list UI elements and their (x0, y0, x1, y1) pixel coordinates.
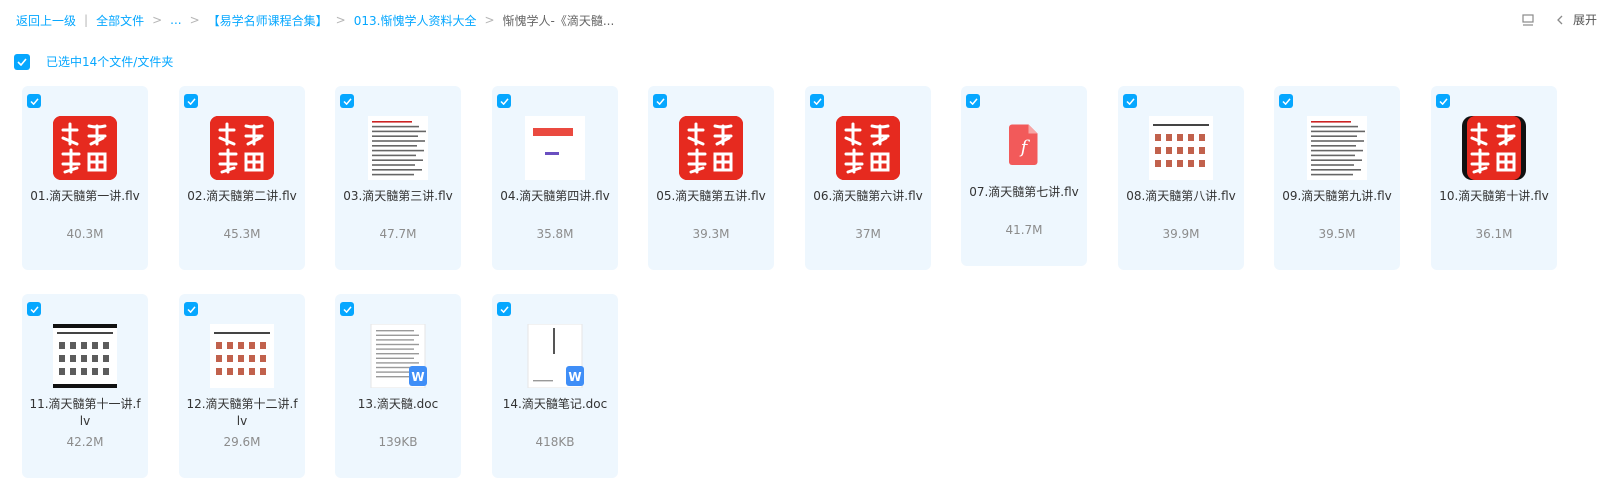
seal-thumbnail (679, 116, 743, 180)
view-toggle-icon[interactable] (1521, 13, 1535, 27)
file-name[interactable]: 10.滴天髓第十讲.flv (1437, 188, 1551, 205)
document-thumbnail (1305, 116, 1369, 180)
file-size: 42.2M (66, 435, 104, 449)
file-size: 36.1M (1475, 227, 1513, 241)
file-card[interactable]: 02.滴天髓第二讲.flv 45.3M (179, 86, 305, 270)
select-all-checkbox[interactable] (14, 53, 30, 70)
file-name[interactable]: 12.滴天髓第十二讲.flv (185, 396, 299, 430)
file-checkbox[interactable] (1123, 94, 1137, 108)
file-size: 40.3M (66, 227, 104, 241)
file-size: 418KB (535, 435, 575, 449)
document-thumbnail (1149, 116, 1213, 180)
file-checkbox[interactable] (340, 94, 354, 108)
breadcrumb-all-files[interactable]: 全部文件 (96, 12, 144, 29)
file-size: 39.3M (692, 227, 730, 241)
file-checkbox[interactable] (184, 94, 198, 108)
toolbar-right: 展开 (1521, 11, 1597, 28)
file-card[interactable]: 09.滴天髓第九讲.flv 39.5M (1274, 86, 1400, 270)
file-card[interactable]: 01.滴天髓第一讲.flv 40.3M (22, 86, 148, 270)
file-name[interactable]: 04.滴天髓第四讲.flv (498, 188, 612, 205)
file-card[interactable]: 12.滴天髓第十二讲.flv 29.6M (179, 294, 305, 478)
chevron-right-icon: > (484, 13, 495, 27)
file-name[interactable]: 06.滴天髓第六讲.flv (811, 188, 925, 205)
file-name[interactable]: 05.滴天髓第五讲.flv (654, 188, 768, 205)
file-name[interactable]: 08.滴天髓第八讲.flv (1124, 188, 1238, 205)
back-link[interactable]: 返回上一级 (16, 12, 76, 29)
file-checkbox[interactable] (27, 302, 41, 316)
file-checkbox[interactable] (1279, 94, 1293, 108)
breadcrumb-current: 惭愧学人-《滴天髓... (502, 13, 615, 28)
file-name[interactable]: 09.滴天髓第九讲.flv (1280, 188, 1394, 205)
file-size: 29.6M (223, 435, 261, 449)
file-name[interactable]: 03.滴天髓第三讲.flv (341, 188, 455, 205)
file-checkbox[interactable] (810, 94, 824, 108)
chevron-right-icon: > (152, 13, 163, 27)
chevron-right-icon: > (335, 13, 346, 27)
file-card[interactable]: 05.滴天髓第五讲.flv 39.3M (648, 86, 774, 270)
file-card[interactable]: 06.滴天髓第六讲.flv 37M (805, 86, 931, 270)
selection-bar: 已选中14个文件/文件夹 (14, 53, 173, 70)
chevron-right-icon: > (189, 13, 200, 27)
file-size: 45.3M (223, 227, 261, 241)
chevron-left-icon[interactable] (1555, 14, 1565, 26)
breadcrumb-ellipsis[interactable]: ... (170, 13, 181, 27)
file-checkbox[interactable] (966, 94, 980, 108)
file-card[interactable]: f 07.滴天髓第七讲.flv 41.7M (961, 86, 1087, 266)
seal-thumbnail (53, 116, 117, 180)
file-size: 139KB (378, 435, 418, 449)
file-size: 35.8M (536, 227, 574, 241)
file-checkbox[interactable] (184, 302, 198, 316)
file-size: 41.7M (1005, 223, 1043, 237)
file-checkbox[interactable] (497, 302, 511, 316)
file-size: 47.7M (379, 227, 417, 241)
file-card[interactable]: 10.滴天髓第十讲.flv 36.1M (1431, 86, 1557, 270)
file-checkbox[interactable] (27, 94, 41, 108)
word-file-icon: W (366, 324, 430, 388)
file-checkbox[interactable] (340, 302, 354, 316)
flash-file-icon: f (1000, 120, 1048, 168)
file-name[interactable]: 02.滴天髓第二讲.flv (185, 188, 299, 205)
seal-thumbnail (1462, 116, 1526, 180)
seal-thumbnail (836, 116, 900, 180)
slide-thumbnail (523, 116, 587, 180)
file-card[interactable]: 04.滴天髓第四讲.flv 35.8M (492, 86, 618, 270)
file-name[interactable]: 13.滴天髓.doc (341, 396, 455, 413)
breadcrumb-divider: | (84, 13, 89, 27)
file-card[interactable]: W 14.滴天髓笔记.doc 418KB (492, 294, 618, 478)
file-card[interactable]: 08.滴天髓第八讲.flv 39.9M (1118, 86, 1244, 270)
file-checkbox[interactable] (497, 94, 511, 108)
file-name[interactable]: 01.滴天髓第一讲.flv (28, 188, 142, 205)
file-size: 37M (855, 227, 881, 241)
seal-thumbnail (210, 116, 274, 180)
file-name[interactable]: 07.滴天髓第七讲.flv (967, 184, 1081, 201)
file-size: 39.5M (1318, 227, 1356, 241)
file-checkbox[interactable] (653, 94, 667, 108)
file-name[interactable]: 14.滴天髓笔记.doc (498, 396, 612, 413)
svg-text:W: W (568, 370, 581, 384)
file-grid: 01.滴天髓第一讲.flv 40.3M 02.滴天髓第二讲.flv 45.3M 03.滴… (22, 86, 1602, 478)
document-thumbnail (366, 116, 430, 180)
word-file-icon: W (523, 324, 587, 388)
breadcrumb-folder-2[interactable]: 013.惭愧学人资料大全 (354, 12, 477, 29)
file-checkbox[interactable] (1436, 94, 1450, 108)
selection-count-text: 已选中14个文件/文件夹 (46, 55, 174, 69)
file-size: 39.9M (1162, 227, 1200, 241)
breadcrumb-folder-1[interactable]: 【易学名师课程合集】 (208, 12, 328, 29)
svg-text:W: W (411, 370, 424, 384)
file-card[interactable]: W 13.滴天髓.doc 139KB (335, 294, 461, 478)
document-thumbnail (210, 324, 274, 388)
expand-button[interactable]: 展开 (1573, 11, 1597, 28)
document-thumbnail (53, 324, 117, 388)
file-card[interactable]: 03.滴天髓第三讲.flv 47.7M (335, 86, 461, 270)
breadcrumb: 返回上一级 | 全部文件 > ... > 【易学名师课程合集】 > 013.惭愧… (16, 11, 614, 29)
file-card[interactable]: 11.滴天髓第十一讲.flv 42.2M (22, 294, 148, 478)
file-name[interactable]: 11.滴天髓第十一讲.flv (28, 396, 142, 430)
